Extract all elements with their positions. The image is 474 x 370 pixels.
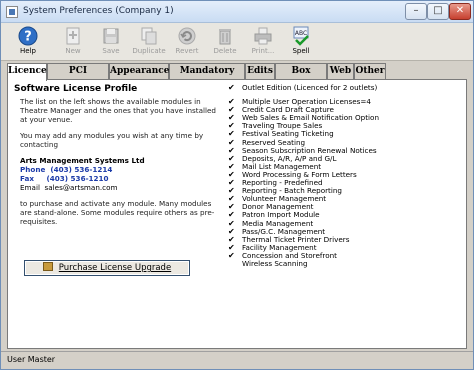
tab-appearance[interactable]: Appearance bbox=[109, 63, 169, 80]
minimize-button[interactable]: – bbox=[405, 3, 427, 20]
title-bar[interactable]: System Preferences (Company 1) – □ ✕ bbox=[1, 1, 473, 23]
close-button[interactable]: ✕ bbox=[449, 3, 471, 20]
cart-icon bbox=[42, 262, 53, 271]
purchase-license-upgrade-button[interactable]: Purchase License Upgrade bbox=[24, 260, 190, 276]
purchase-text: to purchase and activate any module. Man… bbox=[20, 199, 215, 226]
help-button[interactable]: ? Help bbox=[9, 25, 47, 59]
intro-text: The list on the left shows the available… bbox=[20, 97, 216, 124]
svg-text:?: ? bbox=[24, 30, 32, 45]
new-button[interactable]: New bbox=[54, 25, 92, 59]
profile-title: Software License Profile bbox=[14, 84, 138, 94]
status-bar: User Master bbox=[1, 351, 473, 369]
email-address: Email sales@artsman.com bbox=[20, 183, 118, 192]
new-icon bbox=[66, 27, 80, 45]
purchase-button-label: Purchase License Upgrade bbox=[58, 263, 172, 273]
revert-button[interactable]: Revert bbox=[168, 25, 206, 59]
status-user: User Master bbox=[7, 355, 56, 364]
save-button[interactable]: Save bbox=[92, 25, 130, 59]
duplicate-icon bbox=[141, 27, 157, 45]
tab-edits[interactable]: Edits bbox=[245, 63, 275, 80]
company-contact: Arts Management Systems Ltd Phone (403) … bbox=[14, 156, 224, 192]
module-label: Wireless Scanning bbox=[242, 258, 308, 268]
module-item: ✔ Outlet Edition (Licenced for 2 outlets) bbox=[228, 84, 464, 92]
window-title: System Preferences (Company 1) bbox=[23, 6, 174, 16]
spell-button[interactable]: ABC Spell bbox=[282, 25, 320, 59]
maximize-button[interactable]: □ bbox=[427, 3, 449, 20]
print-button[interactable]: Print... bbox=[244, 25, 282, 59]
preferences-window: System Preferences (Company 1) – □ ✕ ? H… bbox=[0, 0, 474, 370]
module-list: ✔ Outlet Edition (Licenced for 2 outlets)… bbox=[228, 84, 464, 268]
toolbar: ? Help New Save Duplicate Revert Delete … bbox=[1, 23, 473, 61]
svg-text:ABC: ABC bbox=[295, 30, 307, 37]
duplicate-button[interactable]: Duplicate bbox=[130, 25, 168, 59]
module-label: Outlet Edition (Licenced for 2 outlets) bbox=[242, 83, 378, 92]
tab-web[interactable]: Web bbox=[327, 63, 354, 80]
company-name: Arts Management Systems Ltd bbox=[20, 156, 145, 165]
revert-icon bbox=[178, 27, 196, 45]
tab-box-office[interactable]: Box Office bbox=[275, 63, 327, 91]
tab-pci-security[interactable]: PCI Security bbox=[47, 63, 109, 91]
tab-mandatory-data[interactable]: Mandatory Data bbox=[169, 63, 245, 91]
module-item: Wireless Scanning bbox=[228, 258, 464, 268]
tab-other[interactable]: Other bbox=[354, 63, 386, 80]
trash-icon bbox=[219, 29, 231, 45]
spell-check-icon: ABC bbox=[293, 26, 309, 46]
licence-pane: Software License Profile The list on the… bbox=[7, 79, 467, 349]
app-icon bbox=[6, 6, 18, 18]
fax-number: Fax (403) 536-1210 bbox=[20, 174, 109, 183]
checkmark-icon: ✔ bbox=[228, 250, 235, 260]
checkmark-icon: ✔ bbox=[228, 83, 235, 92]
help-icon: ? bbox=[18, 26, 38, 46]
save-icon bbox=[103, 28, 119, 44]
phone-number: Phone (403) 536-1214 bbox=[20, 165, 113, 174]
contact-text: You may add any modules you wish at any … bbox=[20, 131, 204, 149]
tab-licence[interactable]: Licence bbox=[7, 63, 47, 81]
printer-icon bbox=[254, 27, 272, 45]
licence-info: Software License Profile The list on the… bbox=[14, 84, 224, 233]
delete-button[interactable]: Delete bbox=[206, 25, 244, 59]
